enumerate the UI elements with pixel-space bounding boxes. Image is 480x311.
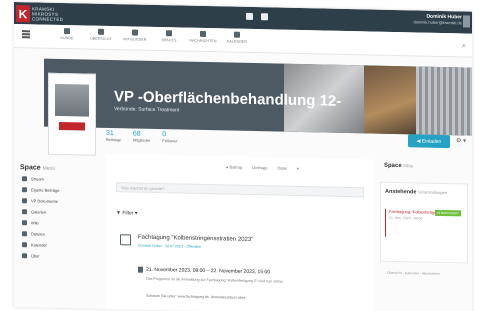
right-title-suffix: Infos bbox=[403, 163, 414, 169]
nav-item-members[interactable]: Mitglieder bbox=[118, 29, 152, 42]
right-sidebar: Space Infos Anstehende Veranstaltungen F… bbox=[380, 160, 472, 311]
app-window: K KRAMSKI MIKROSYS CONNECTED Dominik Hub… bbox=[14, 2, 472, 311]
sidebar-item-label: Wiki bbox=[31, 220, 39, 226]
post-type-filter: ● Beitrag Umfrage Datei ▾ bbox=[226, 164, 299, 171]
upcoming-event-item[interactable]: Fachtagung "Kolbenfertigungen 2023" 21. … bbox=[385, 208, 463, 239]
hamburger-menu-icon[interactable] bbox=[22, 30, 30, 38]
filter-file[interactable]: Datei bbox=[278, 166, 287, 171]
status-badge: INTERESSIERT bbox=[435, 209, 461, 217]
sidebar-title-text: Space bbox=[20, 164, 41, 172]
overview-icon bbox=[98, 28, 104, 35]
search-icon[interactable]: ⌕ bbox=[462, 42, 466, 50]
upcoming-events-links[interactable]: Übersicht · Kalender · Abonnieren bbox=[387, 271, 440, 276]
space-image-photo bbox=[55, 83, 89, 117]
nav-label: Übersicht bbox=[90, 36, 112, 42]
upcoming-title-text: Anstehende bbox=[385, 188, 417, 196]
info-icon bbox=[22, 253, 27, 259]
sidebar-title-suffix: Menü bbox=[42, 165, 56, 172]
counter-label: Follower bbox=[162, 138, 178, 144]
posts-icon bbox=[22, 187, 27, 193]
nav-item-messages[interactable]: Nachrichten bbox=[186, 30, 220, 44]
avatar[interactable] bbox=[463, 15, 470, 28]
post-composer-input[interactable]: Was machst du gerade? bbox=[116, 182, 364, 198]
wiki-icon bbox=[22, 220, 27, 226]
filter-poll[interactable]: Umfrage bbox=[252, 165, 267, 170]
banner-image bbox=[416, 66, 472, 136]
right-sidebar-title: Space Infos bbox=[380, 160, 472, 174]
nav-item-calendar[interactable]: Kalender bbox=[220, 31, 254, 44]
invite-button[interactable]: ◀ Einladen bbox=[408, 134, 450, 149]
sidebar-item-label: Dateien bbox=[31, 231, 45, 237]
space-counters: 31 Beiträge 68 Mitglieder 0 Follower bbox=[106, 130, 177, 143]
calendar-icon bbox=[138, 266, 143, 273]
folder-icon bbox=[22, 198, 27, 204]
calendar-icon bbox=[234, 31, 240, 38]
sidebar-item-label: VP Dokumente bbox=[31, 198, 58, 204]
logo-line-3: CONNECTED bbox=[32, 16, 64, 23]
space-sidebar: Space Menü Stream Eigene Beiträge VP Dok… bbox=[14, 162, 98, 263]
people-icon bbox=[132, 29, 138, 36]
counter-label: Mitglieder bbox=[132, 137, 151, 143]
space-image[interactable] bbox=[48, 72, 96, 156]
notifications-icon[interactable] bbox=[246, 12, 253, 21]
event-title[interactable]: Fachtagung "Kolbenstringensstratien 2023… bbox=[138, 235, 253, 243]
nav-item-spaces[interactable]: Spaces bbox=[152, 30, 186, 43]
user-menu[interactable]: Dominik Huber dominik.huber@kramski.de bbox=[413, 13, 462, 26]
sidebar-item-label: Über bbox=[31, 253, 40, 259]
counter-posts[interactable]: 31 Beiträge bbox=[106, 130, 121, 142]
file-icon bbox=[22, 231, 27, 237]
spaces-icon bbox=[166, 30, 172, 37]
upcoming-events-title: Anstehende Veranstaltungen bbox=[381, 183, 467, 201]
space-image-label bbox=[59, 121, 85, 131]
sidebar-item-label: Eigene Beiträge bbox=[31, 187, 60, 193]
space-subtitle: Verbünde: Surface Treatment bbox=[114, 106, 180, 114]
event-link[interactable]: Schauen Sie unter: www.fachtagung.de, An… bbox=[146, 294, 246, 300]
banner-image bbox=[364, 65, 416, 135]
user-email: dominik.huber@kramski.de bbox=[413, 19, 462, 26]
counter-followers[interactable]: 0 Follower bbox=[162, 131, 177, 143]
event-icon bbox=[120, 234, 131, 246]
space-banner: VP -Oberflächenbehandlung 12- Verbünde: … bbox=[44, 58, 472, 136]
sidebar-item-label: Galerien bbox=[31, 209, 47, 215]
sidebar-item-about[interactable]: Über bbox=[14, 250, 98, 263]
sidebar-item-label: Kalender bbox=[31, 242, 48, 248]
space-settings-button[interactable]: ⚙ ▾ bbox=[456, 137, 466, 144]
upcoming-events-panel: Anstehende Veranstaltungen Fachtagung "K… bbox=[380, 181, 468, 276]
top-icons bbox=[246, 12, 268, 21]
logo-text: KRAMSKI MIKROSYS CONNECTED bbox=[32, 6, 63, 22]
nav-item-dashboard[interactable]: Kunde bbox=[50, 28, 84, 41]
sidebar-item-label: Stream bbox=[31, 176, 44, 182]
filter-more[interactable]: ▾ bbox=[297, 166, 299, 171]
stream-panel: ● Beitrag Umfrage Datei ▾ Was machst du … bbox=[106, 153, 374, 311]
mail-icon bbox=[200, 30, 206, 38]
nav-label: Spaces bbox=[161, 38, 177, 43]
stream-filter-dropdown[interactable]: ▼ Filter ▾ bbox=[116, 210, 137, 216]
event-date: 21. November 2023, 09:00 – 22. November … bbox=[146, 266, 270, 276]
filter-post[interactable]: ● Beitrag bbox=[226, 164, 242, 169]
dashboard-icon bbox=[64, 28, 70, 35]
logo-mark: K bbox=[16, 5, 30, 23]
right-title-text: Space bbox=[384, 162, 402, 170]
nav-items: Kunde Übersicht Mitglieder Spaces Nachri… bbox=[50, 28, 254, 44]
counter-members[interactable]: 68 Mitglieder bbox=[133, 130, 150, 142]
stream-icon bbox=[22, 176, 27, 182]
nav-label: Kunde bbox=[60, 35, 74, 41]
brand-logo[interactable]: K KRAMSKI MIKROSYS CONNECTED bbox=[16, 4, 78, 24]
event-meta[interactable]: Dominik Huber · 10.07.2023 · Öffentlich bbox=[138, 244, 201, 249]
nav-label: Nachrichten bbox=[189, 38, 217, 44]
counter-label: Beiträge bbox=[106, 136, 121, 143]
event-description: Das Programm ist die Anmeldung zur Facht… bbox=[146, 276, 284, 284]
upcoming-title-suffix: Veranstaltungen bbox=[418, 189, 447, 196]
nav-label: Kalender bbox=[226, 39, 248, 44]
messages-icon[interactable] bbox=[261, 13, 268, 21]
nav-item-overview[interactable]: Übersicht bbox=[84, 28, 118, 41]
calendar-icon bbox=[22, 242, 27, 248]
nav-label: Mitglieder bbox=[123, 37, 147, 42]
image-icon bbox=[22, 209, 27, 215]
upcoming-event-date: 21. Nov. 2023 · 09:00 bbox=[389, 215, 423, 221]
